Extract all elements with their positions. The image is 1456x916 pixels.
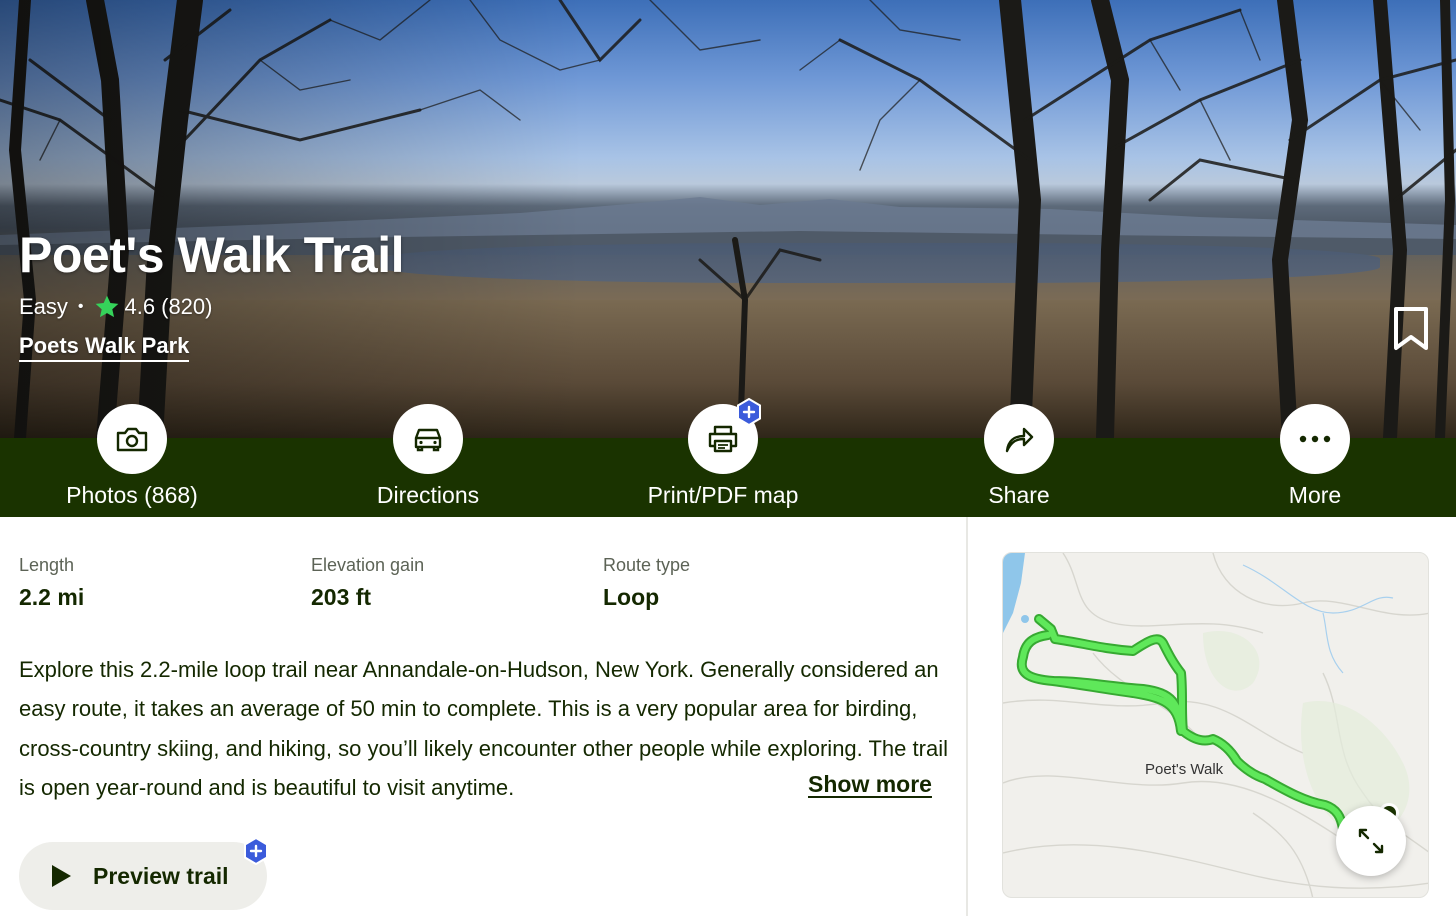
map-trail-label: Poet's Walk (1145, 761, 1224, 778)
camera-icon (116, 427, 148, 452)
preview-trail-label: Preview trail (93, 862, 229, 889)
preview-trail-button[interactable]: Preview trail (19, 842, 267, 910)
share-label: Share (988, 482, 1050, 508)
review-count[interactable]: (820) (161, 294, 212, 320)
photos-button[interactable]: Photos (868) (32, 404, 232, 514)
more-icon-circle (1280, 404, 1350, 474)
share-button[interactable]: Share (919, 404, 1119, 514)
expand-arrows-icon (1358, 828, 1384, 854)
preview-plus-badge-icon (244, 837, 268, 865)
star-icon (95, 295, 118, 318)
column-divider (966, 517, 968, 916)
more-dots-icon (1299, 435, 1331, 443)
park-link[interactable]: Poets Walk Park (19, 333, 190, 362)
trail-title: Poet's Walk Trail (19, 227, 405, 283)
hero-photo (0, 0, 1456, 438)
photos-label: Photos (868) (66, 482, 198, 508)
stat-length-label: Length (19, 555, 75, 575)
stat-length-value: 2.2 mi (19, 584, 85, 610)
meta-separator: • (77, 298, 84, 315)
more-button[interactable]: More (1215, 404, 1415, 514)
rating-value: 4.6 (124, 294, 156, 319)
printer-icon (708, 425, 738, 453)
bookmark-icon[interactable] (1392, 306, 1430, 352)
trail-meta: Easy • 4.6 (820) (19, 292, 212, 322)
more-label: More (1288, 482, 1342, 508)
stat-elevation-value: 203 ft (311, 584, 372, 610)
stat-route-type-label: Route type (603, 555, 691, 575)
stat-elevation: Elevation gain 203 ft (311, 555, 424, 611)
show-more-link[interactable]: Show more (808, 771, 932, 798)
plus-badge-icon (737, 398, 761, 426)
stat-route-type-value: Loop (603, 584, 660, 610)
car-icon (414, 428, 442, 452)
stat-elevation-label: Elevation gain (311, 555, 425, 575)
share-icon-circle (984, 404, 1054, 474)
directions-icon-circle (393, 404, 463, 474)
print-map-button[interactable]: Print/PDF map (623, 404, 823, 514)
photos-icon-circle (97, 404, 167, 474)
expand-map-button[interactable] (1336, 806, 1406, 876)
stat-length: Length 2.2 mi (19, 555, 84, 611)
directions-label: Directions (376, 482, 480, 508)
print-map-label: Print/PDF map (647, 482, 799, 508)
description-fade (700, 768, 806, 806)
directions-button[interactable]: Directions (328, 404, 528, 514)
play-icon (52, 865, 71, 887)
stat-route-type: Route type Loop (603, 555, 690, 611)
hero-shade (0, 0, 1456, 438)
share-arrow-icon (1005, 427, 1034, 453)
difficulty-label: Easy (19, 294, 68, 319)
